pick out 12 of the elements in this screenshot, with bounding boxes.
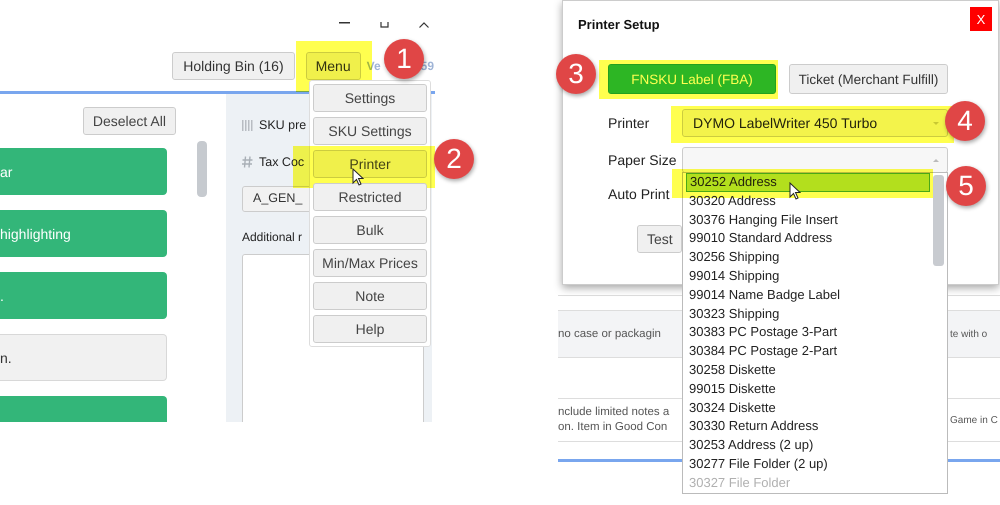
row-text: no case or packagin (558, 326, 662, 342)
auto-print-label: Auto Print (608, 186, 670, 202)
row-text: te with o (950, 328, 988, 342)
dialog-title: Printer Setup (578, 17, 660, 32)
row-text: Game in C (950, 414, 999, 428)
paper-size-label: Paper Size (608, 152, 678, 168)
sku-label: SKU pre (259, 118, 306, 132)
row-text: on. Item in Good Con (558, 420, 668, 435)
printer-label: Printer (608, 115, 650, 131)
row-text: nclude limited notes a (558, 405, 670, 420)
callout-badge: 2 (434, 139, 474, 179)
printer-value: DYMO LabelWriter 450 Turbo (693, 115, 878, 131)
